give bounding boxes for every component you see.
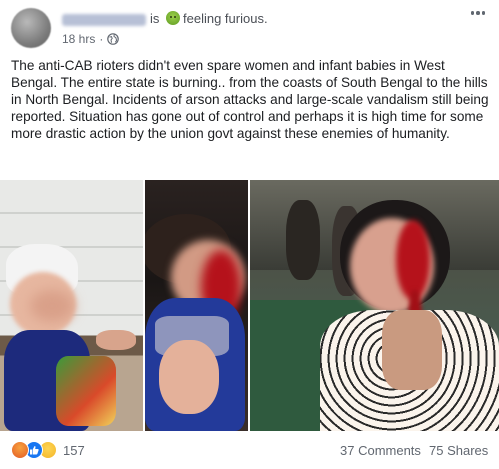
feeling-text: feeling furious. [183,11,268,26]
photo-grid [0,180,499,431]
reaction-icons[interactable] [11,441,57,459]
shares-count-link[interactable]: 75 Shares [429,443,488,458]
timestamp-line: 18 hrs · [62,32,120,46]
post-header: •••••• ••••• is feeling furious. 18 hrs · [0,0,499,52]
angry-green-face-icon [166,11,181,25]
photo-injured-woman-bleeding[interactable] [250,180,499,431]
timestamp[interactable]: 18 hrs [62,32,95,46]
author-line: •••••• ••••• is feeling furious. [62,11,268,26]
globe-icon[interactable] [107,33,120,45]
post-text: The anti-CAB rioters didn't even spare w… [11,58,489,142]
comments-count-link[interactable]: 37 Comments [340,443,421,458]
photo-injured-child-bandaged-head[interactable] [0,180,143,431]
reactions-bar: 157 [0,431,499,469]
is-word: is [150,11,160,26]
reaction-count[interactable]: 157 [63,443,85,458]
timestamp-separator: · [99,32,104,46]
angry-reaction-icon[interactable] [11,441,29,459]
author-avatar[interactable] [11,8,51,48]
photo-injured-child-bleeding[interactable] [145,180,248,431]
more-options-icon[interactable] [467,6,489,20]
author-name[interactable]: •••••• ••••• [62,13,146,26]
